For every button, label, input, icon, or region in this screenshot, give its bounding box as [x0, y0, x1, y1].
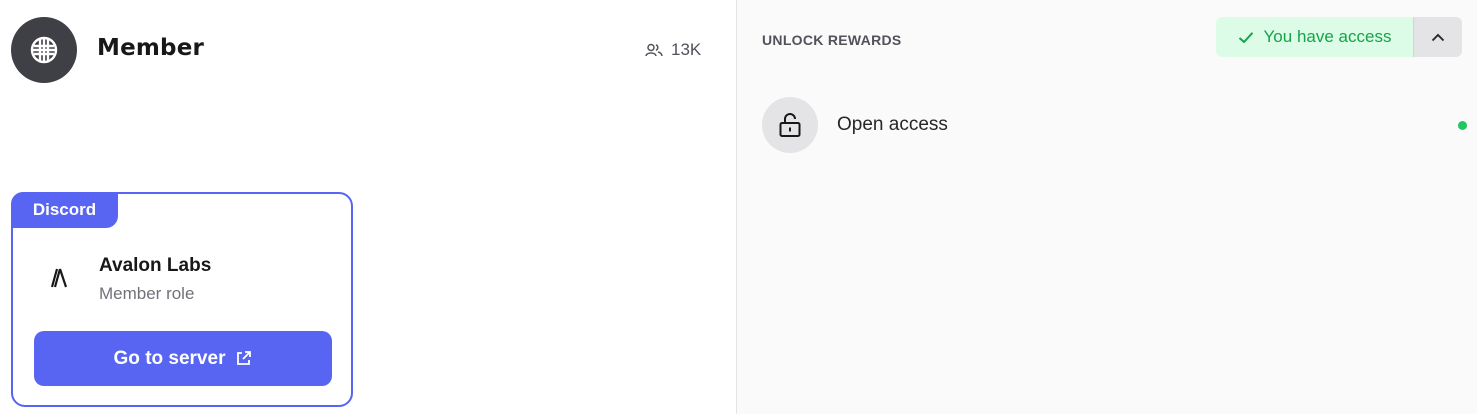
collapse-requirements-button[interactable]	[1413, 17, 1462, 57]
external-link-icon	[237, 351, 252, 365]
discord-reward-card: Discord Avalon Labs Member role Go to se…	[11, 192, 353, 407]
role-avatar	[11, 17, 77, 83]
requirement-icon-wrapper	[762, 97, 818, 153]
requirement-status-dot	[1458, 121, 1467, 130]
requirement-item: Open access	[762, 97, 1467, 153]
server-name: Avalon Labs	[99, 255, 212, 276]
access-badge: You have access	[1216, 17, 1413, 57]
role-details-panel: Member 13K Discord Avalon Labs Member ro…	[0, 0, 736, 414]
check-icon	[1238, 31, 1253, 43]
unlock-rewards-heading: UNLOCK REWARDS	[762, 32, 902, 48]
chevron-up-icon	[1431, 33, 1445, 41]
role-title: Member	[97, 35, 205, 61]
member-count-value: 13K	[671, 40, 702, 59]
go-to-server-label: Go to server	[113, 347, 226, 369]
users-icon	[645, 43, 663, 57]
platform-tag: Discord	[11, 192, 118, 228]
access-label: You have access	[1263, 27, 1392, 46]
go-to-server-button[interactable]: Go to server	[34, 331, 332, 386]
globe-grid-icon	[30, 36, 58, 64]
member-count: 13K	[645, 40, 701, 60]
server-logo-icon	[50, 268, 68, 288]
access-status-group: You have access	[1216, 17, 1462, 57]
unlocked-padlock-icon	[779, 113, 801, 137]
role-card: Member 13K Discord Avalon Labs Member ro…	[0, 0, 1477, 414]
requirement-label: Open access	[837, 114, 948, 135]
unlock-rewards-panel: UNLOCK REWARDS You have access Open acce…	[736, 0, 1477, 414]
server-role: Member role	[99, 284, 195, 303]
